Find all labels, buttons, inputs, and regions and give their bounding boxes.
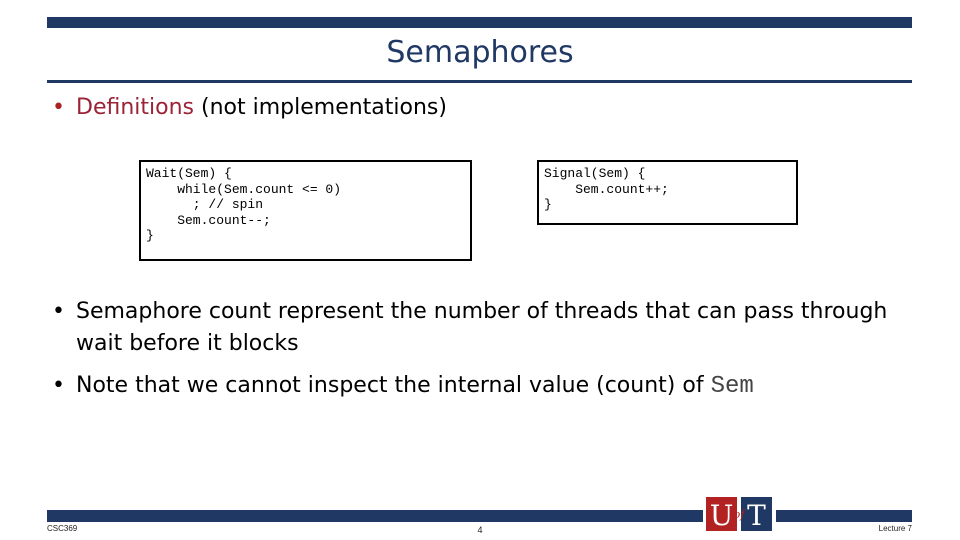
- bullet-dot: •: [52, 373, 65, 398]
- definitions-note: (not implementations): [201, 95, 447, 120]
- bullet-definitions: • Definitions (not implementations): [52, 92, 552, 124]
- inline-code: Sem: [710, 373, 754, 400]
- bullet-note: • Note that we cannot inspect the intern…: [52, 370, 912, 402]
- bullet-text: Note that we cannot inspect the internal…: [76, 373, 704, 398]
- code-line: Sem.count++;: [544, 181, 669, 197]
- bullet-text: Semaphore count represent the number of …: [76, 299, 888, 356]
- page-number: 4: [477, 525, 483, 535]
- footer-bar: [47, 510, 703, 522]
- definitions-highlight: Definitions: [76, 95, 194, 120]
- code-line: Sem.count--;: [146, 212, 271, 228]
- signal-code-box: Signal(Sem) { Sem.count++;}: [537, 160, 798, 225]
- slide-title: Semaphores: [386, 35, 574, 70]
- code-line: ; // spin: [146, 197, 264, 212]
- code-line: }: [544, 197, 552, 212]
- code-line: }: [146, 228, 154, 243]
- bullet-dot: •: [52, 95, 65, 120]
- code-line: Wait(Sem) {: [146, 166, 232, 181]
- header-bar: [47, 17, 912, 28]
- code-line: while(Sem.count <= 0): [146, 181, 342, 197]
- bullet-semaphore-count: • Semaphore count represent the number o…: [52, 296, 912, 360]
- code-line: Signal(Sem) {: [544, 166, 646, 181]
- footer-bar: [776, 510, 912, 522]
- footer-lecture: Lecture 7: [878, 524, 912, 533]
- bullet-dot: •: [52, 299, 65, 324]
- title-divider: [47, 80, 912, 83]
- wait-code-box: Wait(Sem) { while(Sem.count <= 0) ; // s…: [139, 160, 472, 261]
